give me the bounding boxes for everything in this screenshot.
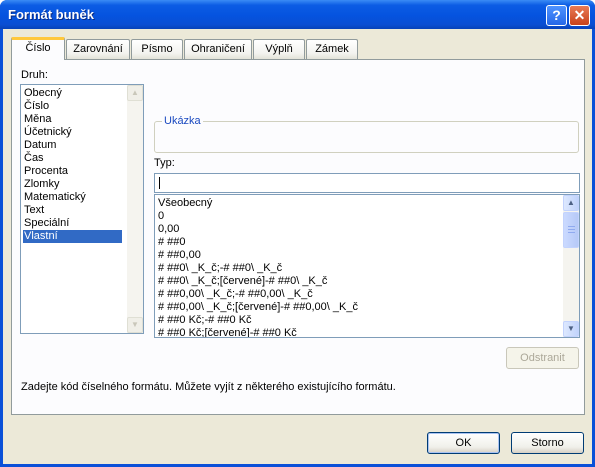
category-item-zlomky[interactable]: Zlomky: [23, 178, 59, 191]
format-item[interactable]: # ##0,00\ _K_č;-# ##0,00\ _K_č: [157, 288, 313, 301]
grip-line: [568, 226, 575, 227]
format-item[interactable]: # ##0,00\ _K_č;[červené]-# ##0,00\ _K_č: [157, 301, 358, 314]
delete-button[interactable]: Odstranit: [506, 347, 579, 369]
tab-pismo[interactable]: Písmo: [131, 39, 183, 59]
cancel-button[interactable]: Storno: [511, 432, 584, 454]
scroll-down-arrow-icon[interactable]: ▼: [127, 317, 143, 333]
scroll-thumb[interactable]: [563, 212, 579, 248]
tab-ohraniceni[interactable]: Ohraničení: [184, 39, 252, 59]
format-item[interactable]: # ##0: [157, 236, 186, 249]
dialog-title: Formát buněk: [8, 7, 94, 22]
type-input[interactable]: [154, 173, 580, 193]
category-label: Druh:: [21, 69, 48, 81]
sample-groupbox: [154, 121, 579, 153]
scroll-up-arrow-icon[interactable]: ▲: [563, 195, 579, 211]
grip-line: [568, 229, 575, 230]
tab-zarovnani[interactable]: Zarovnání: [66, 39, 130, 59]
category-item-cislo[interactable]: Číslo: [23, 100, 49, 113]
sample-label: Ukázka: [162, 115, 203, 127]
category-item-cas[interactable]: Čas: [23, 152, 44, 165]
scroll-up-arrow-icon[interactable]: ▲: [127, 85, 143, 101]
grip-line: [568, 232, 575, 233]
tab-zamek[interactable]: Zámek: [306, 39, 358, 59]
category-item-vlastni[interactable]: Vlastní: [23, 230, 122, 243]
category-item-mena[interactable]: Měna: [23, 113, 52, 126]
tab-vypln[interactable]: Výplň: [253, 39, 305, 59]
format-list[interactable]: Všeobecný 0 0,00 # ##0 # ##0,00 # ##0\ _…: [154, 194, 580, 338]
dialog-window: Formát buněk ? ✕ Číslo Zarovnání Písmo O…: [0, 0, 595, 467]
format-scrollbar[interactable]: ▲ ▼: [563, 195, 579, 337]
description-text: Zadejte kód číselného formátu. Můžete vy…: [21, 381, 396, 393]
category-item-obecny[interactable]: Obecný: [23, 87, 62, 100]
close-icon[interactable]: ✕: [569, 5, 590, 26]
format-item[interactable]: Všeobecný: [157, 197, 212, 210]
category-list[interactable]: Obecný Číslo Měna Účetnický Datum Čas Pr…: [20, 84, 144, 334]
category-scrollbar[interactable]: ▲ ▼: [127, 85, 143, 333]
category-item-procenta[interactable]: Procenta: [23, 165, 68, 178]
category-item-text[interactable]: Text: [23, 204, 44, 217]
category-item-matematicky[interactable]: Matematický: [23, 191, 86, 204]
format-item[interactable]: 0,00: [157, 223, 179, 236]
category-item-specialni[interactable]: Speciální: [23, 217, 69, 230]
format-item[interactable]: # ##0,00: [157, 249, 201, 262]
title-bar[interactable]: Formát buněk ? ✕: [0, 0, 595, 29]
format-item[interactable]: # ##0 Kč;[červené]-# ##0 Kč: [157, 327, 297, 337]
category-item-datum[interactable]: Datum: [23, 139, 56, 152]
text-caret: [159, 177, 160, 189]
tab-cislo[interactable]: Číslo: [11, 37, 65, 60]
format-item[interactable]: # ##0 Kč;-# ##0 Kč: [157, 314, 252, 327]
dialog-body: Číslo Zarovnání Písmo Ohraničení Výplň Z…: [3, 29, 592, 464]
format-item[interactable]: # ##0\ _K_č;-# ##0\ _K_č: [157, 262, 282, 275]
category-item-ucetnicky[interactable]: Účetnický: [23, 126, 72, 139]
scroll-down-arrow-icon[interactable]: ▼: [563, 321, 579, 337]
format-item[interactable]: 0: [157, 210, 164, 223]
tab-panel-cislo: Druh: Obecný Číslo Měna Účetnický Datum …: [11, 59, 585, 415]
ok-button[interactable]: OK: [427, 432, 500, 454]
help-icon[interactable]: ?: [546, 5, 567, 26]
type-label: Typ:: [154, 157, 175, 169]
format-item[interactable]: # ##0\ _K_č;[červené]-# ##0\ _K_č: [157, 275, 327, 288]
